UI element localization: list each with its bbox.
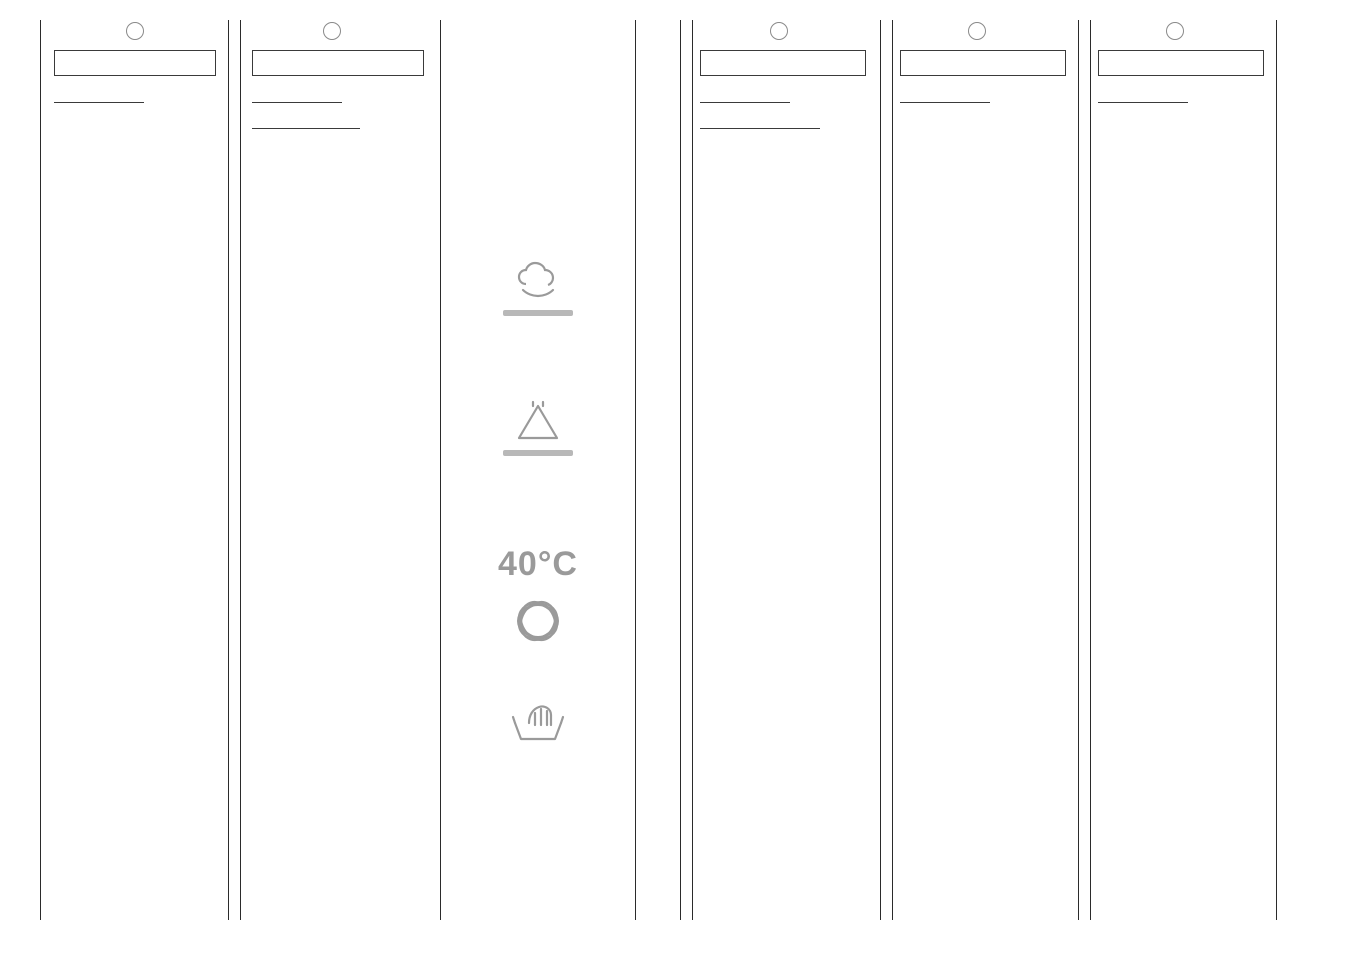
col6-underline-1 [900,102,990,103]
col2-underline-2 [252,128,360,129]
col4-left-border [680,20,681,920]
col5-underline-1 [700,102,790,103]
feature-bleach-underline [503,450,573,456]
feature-cotton [478,260,598,316]
col7-header-placeholder [1098,50,1264,76]
col6-left-border [892,20,893,920]
temperature-text: 40°C [498,545,578,583]
col2-left-border [240,20,241,920]
feature-cotton-underline [503,310,573,316]
col2-underline-1 [252,102,342,103]
col5-header-placeholder [700,50,866,76]
feature-temperature: 40°C [478,545,598,584]
col7-underline-1 [1098,102,1188,103]
col6-header-placeholder [900,50,1066,76]
col1-underline-1 [54,102,144,103]
col2-header-placeholder [252,50,424,76]
col3-right-border [635,20,636,920]
bleach-triangle-icon [478,400,598,444]
feature-bleach [478,400,598,456]
diagram-stage: 40°C [0,0,1351,954]
col5-right-border [880,20,881,920]
col7-left-border [1090,20,1091,920]
col2-circle-icon [323,22,341,40]
col1-right-border [228,20,229,920]
col6-circle-icon [968,22,986,40]
feature-woolmark [478,595,598,643]
col2-right-border [440,20,441,920]
feature-handwash [478,695,598,745]
col1-circle-icon [126,22,144,40]
col6-right-border [1078,20,1079,920]
col5-circle-icon [770,22,788,40]
col7-right-border [1276,20,1277,920]
woolmark-icon [478,595,598,643]
col1-left-border [40,20,41,920]
col1-header-placeholder [54,50,216,76]
col5-underline-2 [700,128,820,129]
col7-circle-icon [1166,22,1184,40]
col5-left-border [692,20,693,920]
cotton-icon [478,260,598,304]
hand-wash-icon [478,695,598,745]
